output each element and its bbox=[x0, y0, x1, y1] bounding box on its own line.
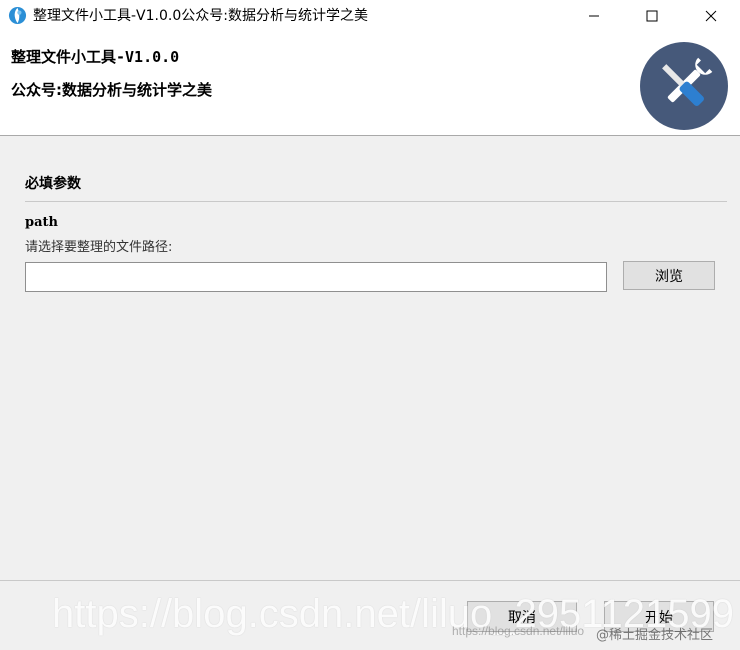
path-label: path bbox=[25, 215, 58, 230]
section-divider bbox=[25, 201, 727, 202]
start-button[interactable]: 开始 bbox=[604, 601, 714, 632]
section-title: 必填参数 bbox=[25, 176, 81, 192]
window-title: 整理文件小工具-V1.0.0公众号:数据分析与统计学之美 bbox=[33, 8, 368, 24]
maximize-icon bbox=[646, 10, 658, 22]
header-title: 整理文件小工具-V1.0.0 bbox=[11, 48, 180, 66]
path-description: 请选择要整理的文件路径: bbox=[25, 240, 173, 255]
close-icon bbox=[705, 10, 717, 22]
cancel-button[interactable]: 取消 bbox=[467, 601, 577, 632]
wrench-screwdriver-icon bbox=[640, 42, 728, 130]
app-icon bbox=[8, 6, 27, 25]
close-button[interactable] bbox=[687, 0, 735, 32]
path-input[interactable] bbox=[25, 262, 607, 292]
header-subtitle: 公众号:数据分析与统计学之美 bbox=[11, 81, 212, 99]
browse-button[interactable]: 浏览 bbox=[623, 261, 715, 290]
minimize-button[interactable] bbox=[570, 0, 618, 32]
maximize-button[interactable] bbox=[628, 0, 676, 32]
main-panel bbox=[0, 136, 740, 580]
minimize-icon bbox=[589, 15, 599, 17]
